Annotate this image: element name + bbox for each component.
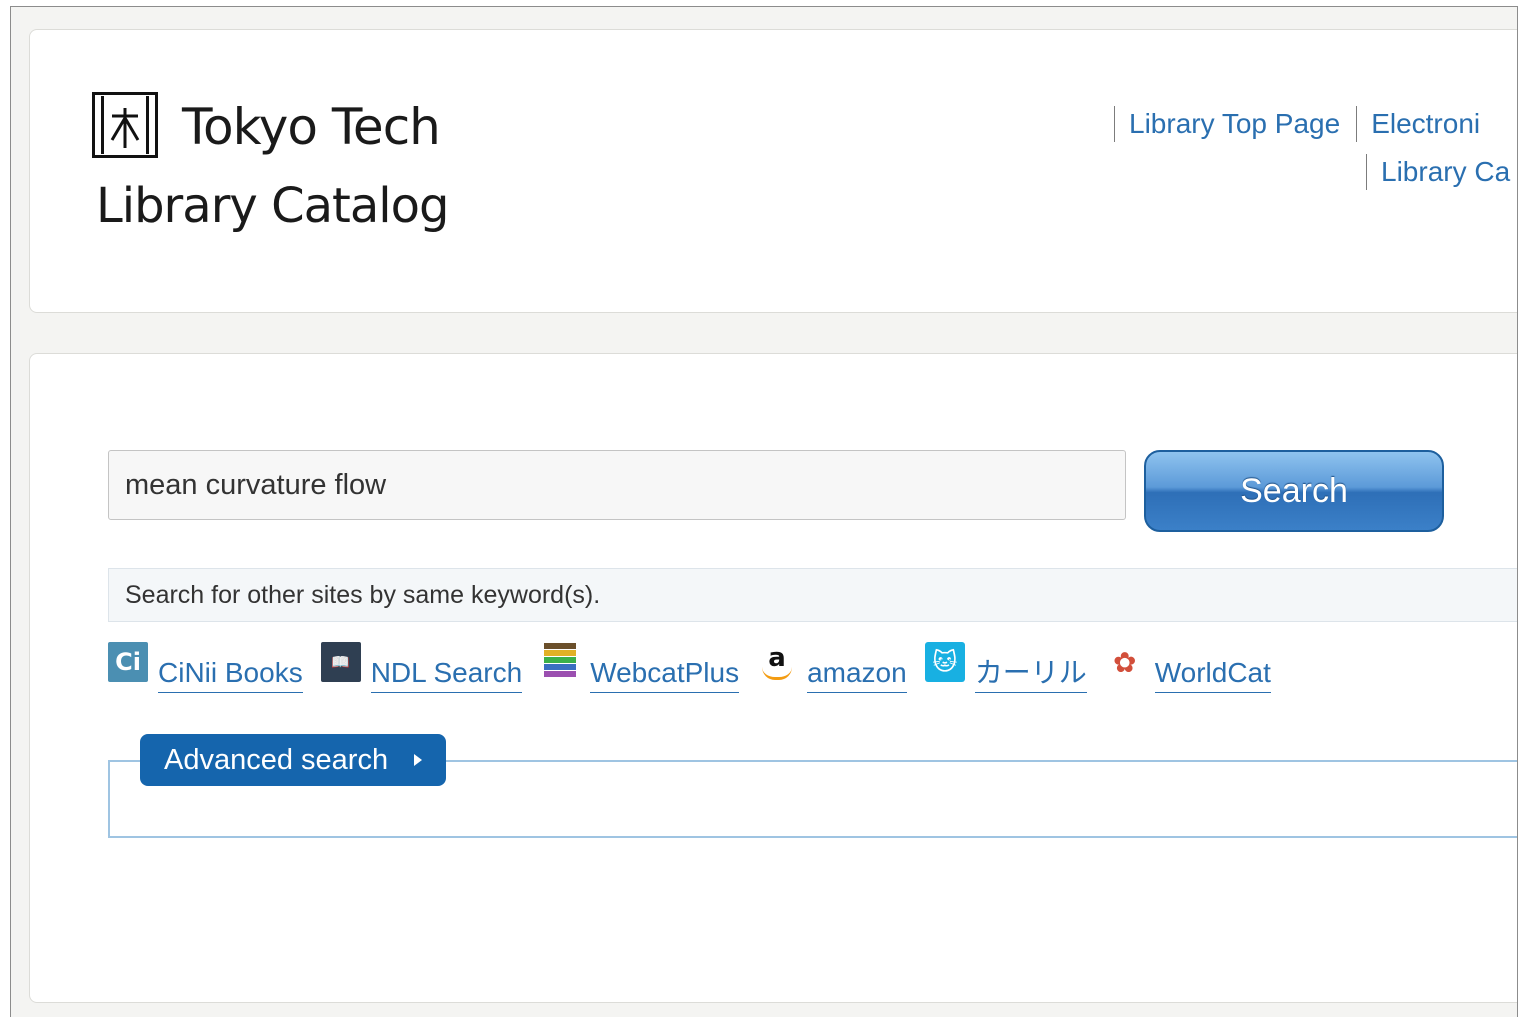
nav-separator (1366, 154, 1367, 190)
ndl-icon[interactable]: 📖 (320, 642, 361, 682)
nav-link-library-top-page[interactable]: Library Top Page (1129, 108, 1340, 139)
logo-mark-inner (101, 96, 149, 154)
book-stripe (544, 664, 577, 670)
logo-glyph (110, 108, 140, 148)
nav-separator (1114, 106, 1115, 142)
page-frame: Tokyo Tech Library Catalog Library Top P… (10, 6, 1518, 1017)
advanced-search-toggle[interactable]: Advanced search (140, 734, 447, 786)
link-ndl-search[interactable]: NDL Search (370, 656, 523, 693)
site-cinii-books: Ci CiNii Books (108, 642, 303, 693)
nav-separator (1356, 106, 1358, 142)
amazon-smile (762, 667, 793, 680)
top-nav-row-2: Library Ca (1366, 154, 1510, 190)
search-button[interactable]: Search (1144, 450, 1444, 532)
tokyo-tech-logo-icon[interactable] (92, 92, 158, 158)
cinii-icon[interactable]: Ci (108, 642, 148, 682)
top-nav-row-1: Library Top Page Electroni (1114, 106, 1480, 142)
site-amazon: a amazon (757, 642, 907, 693)
link-worldcat[interactable]: WorldCat (1154, 656, 1271, 693)
catalog-title[interactable]: Library Catalog (96, 178, 449, 234)
book-stripe (544, 650, 577, 656)
book-stripe (544, 643, 577, 649)
webcatplus-icon[interactable] (540, 642, 580, 682)
link-calil[interactable]: カーリル (974, 656, 1087, 693)
link-webcatplus[interactable]: WebcatPlus (590, 656, 740, 693)
site-worldcat: ✿ WorldCat (1105, 642, 1271, 693)
link-amazon[interactable]: amazon (807, 656, 907, 693)
amazon-icon[interactable]: a (757, 642, 797, 682)
site-calil: 🐱 カーリル (924, 642, 1087, 693)
nav-link-electronic[interactable]: Electroni (1371, 108, 1480, 139)
calil-icon[interactable]: 🐱 (924, 642, 965, 682)
site-ndl-search: 📖 NDL Search (320, 642, 523, 693)
chevron-right-icon (414, 754, 423, 766)
advanced-search-label: Advanced search (164, 744, 389, 776)
header-panel: Tokyo Tech Library Catalog Library Top P… (29, 29, 1517, 313)
other-sites-label: Search for other sites by same keyword(s… (108, 568, 1517, 622)
book-stripe (544, 657, 577, 663)
logo-name[interactable]: Tokyo Tech (182, 98, 441, 156)
nav-link-library-catalog[interactable]: Library Ca (1381, 156, 1510, 187)
worldcat-icon[interactable]: ✿ (1105, 642, 1145, 682)
search-panel: Search Search for other sites by same ke… (29, 353, 1517, 1003)
site-webcatplus: WebcatPlus (540, 642, 740, 693)
link-cinii-books[interactable]: CiNii Books (158, 656, 303, 693)
book-stripe (544, 671, 577, 677)
search-input[interactable] (108, 450, 1126, 520)
other-sites-links: Ci CiNii Books 📖 NDL Search WebcatPlus a… (108, 642, 1289, 698)
